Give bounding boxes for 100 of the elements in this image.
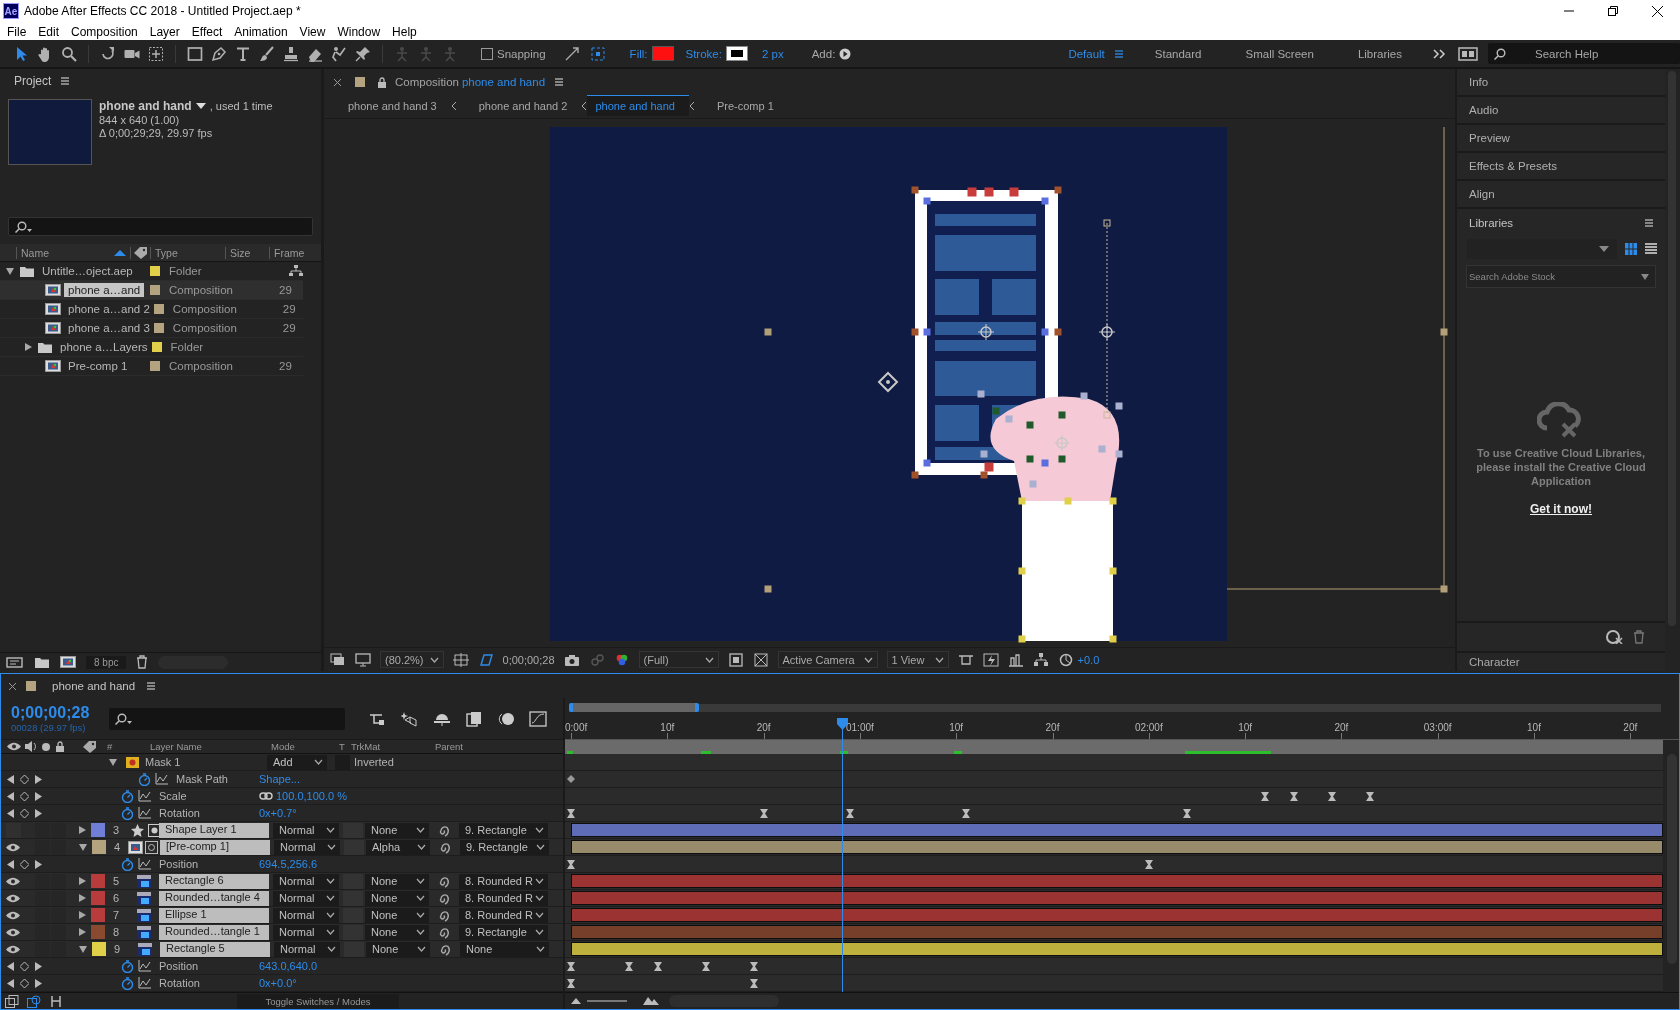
column-header[interactable]: Frame <box>269 246 305 259</box>
timeline-icon[interactable] <box>1007 652 1024 667</box>
caret-icon[interactable] <box>326 929 335 935</box>
eye-icon[interactable] <box>6 910 20 920</box>
trash-icon[interactable] <box>136 655 149 669</box>
eye-icon[interactable] <box>6 944 20 954</box>
column-header[interactable]: Parent <box>435 741 463 752</box>
graph-icon[interactable] <box>138 858 151 870</box>
keyframe-icon[interactable] <box>760 809 768 818</box>
column-header[interactable]: Layer Name <box>150 741 271 752</box>
caret-icon[interactable] <box>536 844 545 850</box>
blend-mode-dropdown[interactable]: Normal <box>274 941 340 957</box>
camera-dropdown[interactable]: Active Camera <box>777 651 878 668</box>
label-swatch[interactable] <box>151 342 162 352</box>
transfer-controls-icon[interactable] <box>27 994 41 1008</box>
layer-duration-bar[interactable] <box>571 823 1663 837</box>
graph-icon[interactable] <box>138 977 151 989</box>
next-keyframe-icon[interactable] <box>35 859 42 869</box>
pick-whip-icon[interactable] <box>437 823 451 837</box>
exposure-value[interactable]: +0.0 <box>1077 653 1100 666</box>
stroke-swatch[interactable] <box>725 46 748 62</box>
caret-icon[interactable] <box>327 844 336 850</box>
property-value[interactable]: 643.0,640.0 <box>259 960 318 972</box>
layer-duration-bar[interactable] <box>571 840 1663 854</box>
expand-icon[interactable] <box>589 45 606 62</box>
close-icon[interactable] <box>1652 5 1663 17</box>
composition-tab-name[interactable]: phone and hand <box>461 76 546 88</box>
graph-icon[interactable] <box>138 807 151 819</box>
zoom-out-icon[interactable] <box>571 998 581 1004</box>
diamond-anchor-icon[interactable] <box>877 371 899 393</box>
reset-exposure-icon[interactable] <box>1057 652 1074 667</box>
caret-icon[interactable] <box>535 895 544 901</box>
pan-behind-icon[interactable] <box>147 44 165 63</box>
search-field[interactable]: Search Help <box>1488 43 1680 65</box>
parent-dropdown[interactable]: None <box>460 941 549 957</box>
caret-icon[interactable] <box>327 946 336 952</box>
label-swatch[interactable] <box>91 891 105 905</box>
blend-mode-dropdown[interactable]: Normal <box>273 873 339 889</box>
project-item[interactable]: phone a…and Composition 29 <box>0 281 303 300</box>
label-tag-icon[interactable] <box>83 740 97 753</box>
brush-icon[interactable] <box>258 44 276 63</box>
flowchart-icon[interactable] <box>1032 652 1049 667</box>
parent-dropdown[interactable]: 9. Rectangle <box>460 839 549 855</box>
caret-icon[interactable] <box>704 656 714 663</box>
snapshot-icon[interactable] <box>563 652 580 667</box>
track-matte-dropdown[interactable]: None <box>365 873 429 889</box>
pick-whip-icon[interactable] <box>437 925 451 939</box>
add-keyframe-icon[interactable] <box>20 859 29 869</box>
anchor-point-icon[interactable] <box>1098 323 1116 341</box>
grid-view-icon[interactable] <box>1625 243 1637 255</box>
panel-title[interactable]: Libraries <box>1469 217 1514 229</box>
preserve-transparency-toggle[interactable] <box>344 941 364 957</box>
solo-icon[interactable] <box>41 741 51 752</box>
label-swatch[interactable] <box>92 840 106 854</box>
property-value[interactable]: 694.5,256.6 <box>259 858 318 870</box>
keyframe-icon[interactable] <box>1183 809 1191 818</box>
magnification-dropdown[interactable]: (80.2%) <box>380 651 444 668</box>
fill-label[interactable]: Fill: <box>629 47 648 60</box>
track-matte-dropdown[interactable]: None <box>365 924 429 940</box>
graph-editor-icon[interactable] <box>529 710 547 727</box>
mask-mode-dropdown[interactable]: Add <box>267 754 327 770</box>
menu-item[interactable]: View <box>293 24 332 39</box>
caret-icon[interactable] <box>535 912 544 918</box>
column-header[interactable]: T <box>339 741 351 752</box>
graph-icon[interactable] <box>138 790 151 802</box>
in-out-icon[interactable] <box>49 994 63 1008</box>
lock-icon[interactable] <box>377 76 387 88</box>
eye-icon[interactable] <box>6 893 20 903</box>
caret-icon[interactable] <box>417 946 426 952</box>
pick-whip-icon[interactable] <box>438 942 452 956</box>
column-header[interactable]: # <box>107 741 150 752</box>
layer-name[interactable]: [Pre-comp 1] <box>160 839 270 855</box>
snapping-checkbox[interactable] <box>481 47 493 60</box>
label-swatch[interactable] <box>92 942 106 956</box>
stopwatch-icon[interactable] <box>121 857 134 871</box>
menu-icon[interactable] <box>145 680 158 692</box>
track-matte-dropdown[interactable]: None <box>365 822 429 838</box>
project-item[interactable]: phone a…and 3 Composition 29 <box>0 319 303 338</box>
breadcrumb-tab[interactable]: Pre-comp 1 <box>694 95 788 116</box>
layer-name[interactable]: Ellipse 1 <box>159 907 269 923</box>
graph-icon[interactable] <box>138 960 151 972</box>
layer-duration-bar[interactable] <box>571 942 1663 956</box>
stamp-icon[interactable] <box>282 44 300 63</box>
interpret-footage-icon[interactable] <box>6 655 24 669</box>
list-view-icon[interactable] <box>1645 243 1657 255</box>
layer-name[interactable]: Rectangle 6 <box>159 873 269 889</box>
caret-icon[interactable] <box>416 895 425 901</box>
caret-icon[interactable] <box>416 827 425 833</box>
region-of-interest-icon[interactable] <box>727 652 744 667</box>
blend-mode-dropdown[interactable]: Normal <box>273 890 339 906</box>
monitor-icon[interactable] <box>355 652 371 667</box>
keyframe-icon[interactable] <box>567 775 575 783</box>
workspace-tab[interactable]: Small Screen <box>1223 47 1336 60</box>
label-swatch[interactable] <box>91 925 105 939</box>
menu-icon[interactable] <box>59 75 72 87</box>
timecode[interactable]: 0;00;00;28 <box>11 704 99 722</box>
menu-item[interactable]: Composition <box>65 24 144 39</box>
add-icon[interactable] <box>839 47 852 60</box>
menu-item[interactable]: Edit <box>32 24 66 39</box>
keyframe-icon[interactable] <box>1290 792 1298 801</box>
